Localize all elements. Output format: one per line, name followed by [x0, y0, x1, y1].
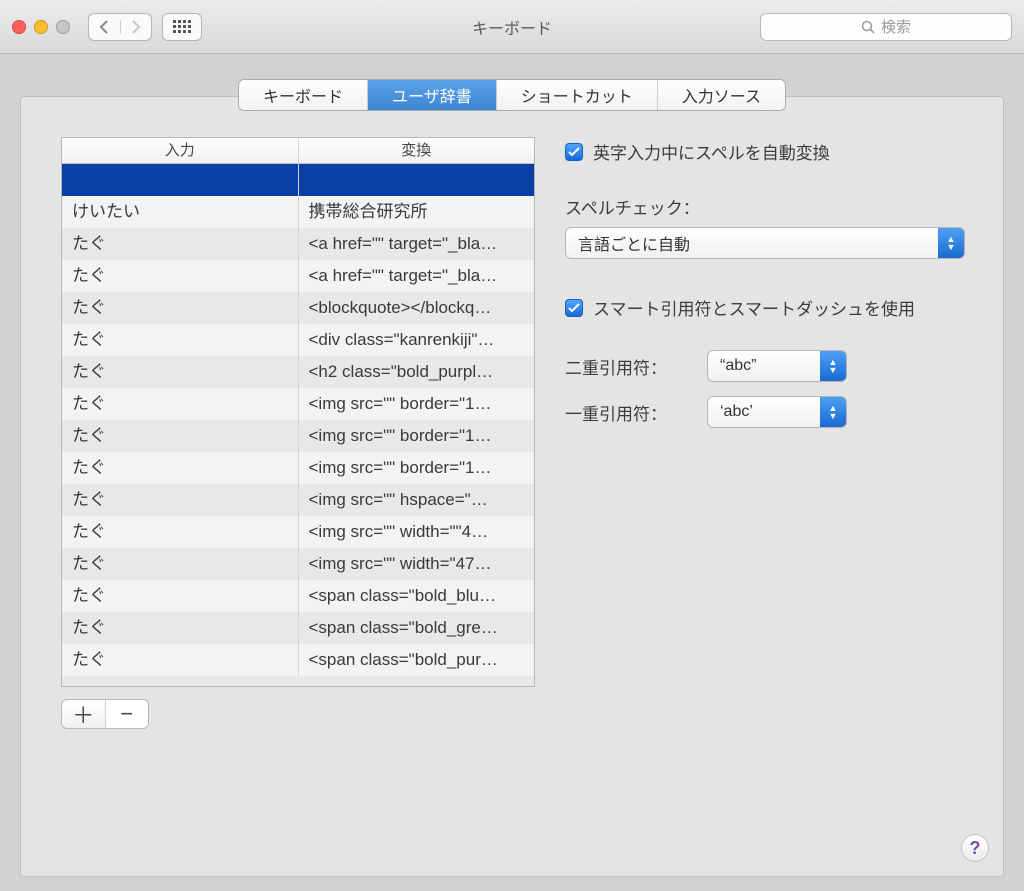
minimize-window-button[interactable] [34, 20, 48, 34]
table-row[interactable]: たぐ<span class="bold_blu… [62, 580, 534, 612]
window-titlebar: キーボード 検索 [0, 0, 1024, 54]
cell-replace: <img src="" border="1… [299, 452, 535, 484]
cell-replace: <a href="" target="_bla… [299, 260, 535, 292]
cell-input: たぐ [62, 452, 299, 484]
cell-input: たぐ [62, 356, 299, 388]
search-field[interactable]: 検索 [760, 13, 1012, 41]
cell-replace [299, 164, 535, 196]
table-row[interactable]: たぐ<img src="" border="1… [62, 388, 534, 420]
cell-replace: 携帯総合研究所 [299, 196, 535, 228]
smart-quotes-label: スマート引用符とスマートダッシュを使用 [593, 295, 915, 320]
cell-input: たぐ [62, 324, 299, 356]
search-icon [861, 20, 875, 34]
cell-replace: <img src="" border="1… [299, 388, 535, 420]
smart-quotes-checkbox[interactable] [565, 299, 583, 317]
table-row[interactable] [62, 164, 534, 196]
cell-input: たぐ [62, 388, 299, 420]
checkmark-icon [568, 147, 580, 157]
tab-input-sources[interactable]: 入力ソース [658, 80, 785, 110]
table-row[interactable]: けいたい携帯総合研究所 [62, 196, 534, 228]
cell-input: たぐ [62, 644, 299, 676]
single-quote-label: 一重引用符： [565, 400, 689, 425]
spell-check-label: スペルチェック： [565, 194, 965, 219]
cell-replace: <a href="" target="_bla… [299, 228, 535, 260]
add-button[interactable]: ＋ [62, 700, 106, 728]
window-controls [12, 20, 70, 34]
cell-input: たぐ [62, 292, 299, 324]
table-row[interactable]: たぐ<a href="" target="_bla… [62, 260, 534, 292]
stepper-arrows-icon: ▲▼ [820, 351, 846, 381]
close-window-button[interactable] [12, 20, 26, 34]
cell-replace: <blockquote></blockq… [299, 292, 535, 324]
content-pane: キーボード ユーザ辞書 ショートカット 入力ソース 入力 変換 けいたい携帯総合… [20, 96, 1004, 877]
cell-input [62, 164, 299, 196]
table-row[interactable]: たぐ<span class="bold_gre… [62, 612, 534, 644]
stepper-arrows-icon: ▲▼ [820, 397, 846, 427]
cell-replace: <img src="" width=""4… [299, 516, 535, 548]
forward-button[interactable] [121, 20, 152, 34]
show-all-button[interactable] [162, 13, 202, 41]
cell-replace: <img src="" width="47… [299, 548, 535, 580]
single-quote-popup[interactable]: ‘abc’ ▲▼ [707, 396, 847, 428]
cell-replace: <img src="" border="1… [299, 420, 535, 452]
table-row[interactable]: たぐ<img src="" hspace="… [62, 484, 534, 516]
cell-input: たぐ [62, 612, 299, 644]
tab-shortcuts[interactable]: ショートカット [497, 80, 658, 110]
single-quote-value: ‘abc’ [720, 403, 753, 421]
table-row[interactable]: たぐ<img src="" width="47… [62, 548, 534, 580]
table-header: 入力 変換 [62, 138, 534, 164]
grid-icon [173, 20, 191, 34]
table-row[interactable]: たぐ<h2 class="bold_purpl… [62, 356, 534, 388]
cell-input: たぐ [62, 484, 299, 516]
cell-replace: <div class="kanrenkiji"… [299, 324, 535, 356]
cell-input: けいたい [62, 196, 299, 228]
cell-input: たぐ [62, 420, 299, 452]
nav-back-forward[interactable] [88, 13, 152, 41]
cell-input: たぐ [62, 580, 299, 612]
zoom-window-button[interactable] [56, 20, 70, 34]
stepper-arrows-icon: ▲▼ [938, 228, 964, 258]
cell-replace: <span class="bold_gre… [299, 612, 535, 644]
cell-replace: <h2 class="bold_purpl… [299, 356, 535, 388]
spell-check-value: 言語ごとに自動 [578, 231, 690, 255]
table-row[interactable]: たぐ<img src="" border="1… [62, 452, 534, 484]
double-quote-value: “abc” [720, 357, 756, 375]
table-row[interactable]: たぐ<span class="bold_pur… [62, 644, 534, 676]
cell-input: たぐ [62, 228, 299, 260]
cell-replace: <span class="bold_pur… [299, 644, 535, 676]
col-replace[interactable]: 変換 [299, 138, 535, 163]
cell-input: たぐ [62, 516, 299, 548]
cell-replace: <img src="" hspace="… [299, 484, 535, 516]
auto-spell-label: 英字入力中にスペルを自動変換 [593, 139, 830, 164]
table-row[interactable]: たぐ<img src="" width=""4… [62, 516, 534, 548]
cell-input: たぐ [62, 260, 299, 292]
table-row[interactable]: たぐ<div class="kanrenkiji"… [62, 324, 534, 356]
table-row[interactable]: たぐ<a href="" target="_bla… [62, 228, 534, 260]
spell-check-popup[interactable]: 言語ごとに自動 ▲▼ [565, 227, 965, 259]
table-row[interactable]: たぐ<img src="" border="1… [62, 420, 534, 452]
help-button[interactable]: ? [961, 834, 989, 862]
add-remove-segment: ＋ − [61, 699, 149, 729]
tab-keyboard[interactable]: キーボード [239, 80, 368, 110]
dictionary-table[interactable]: 入力 変換 けいたい携帯総合研究所たぐ<a href="" target="_b… [61, 137, 535, 687]
double-quote-popup[interactable]: “abc” ▲▼ [707, 350, 847, 382]
checkmark-icon [568, 303, 580, 313]
cell-input: たぐ [62, 548, 299, 580]
table-row[interactable]: たぐ<blockquote></blockq… [62, 292, 534, 324]
remove-button[interactable]: − [106, 700, 149, 728]
auto-spell-checkbox[interactable] [565, 143, 583, 161]
back-button[interactable] [89, 20, 121, 34]
tab-user-dictionary[interactable]: ユーザ辞書 [368, 80, 497, 110]
double-quote-label: 二重引用符： [565, 354, 689, 379]
col-input[interactable]: 入力 [62, 138, 299, 163]
pane-tabs: キーボード ユーザ辞書 ショートカット 入力ソース [238, 79, 786, 111]
search-placeholder: 検索 [881, 16, 911, 37]
cell-replace: <span class="bold_blu… [299, 580, 535, 612]
